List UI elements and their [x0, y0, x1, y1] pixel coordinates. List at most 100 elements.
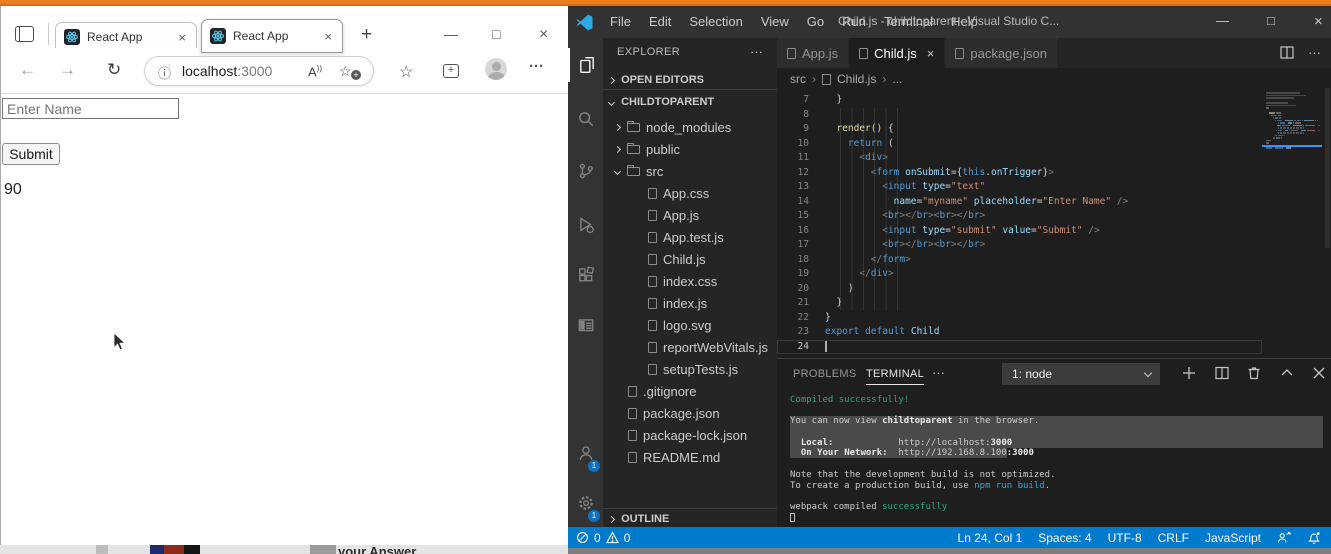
browser-tab-react-app-2[interactable]: React App × — [201, 19, 343, 53]
editor-scrollbar[interactable] — [1324, 88, 1331, 358]
vscode-maximize-button[interactable]: □ — [1267, 13, 1275, 28]
accounts-icon[interactable]: 1 — [568, 436, 603, 470]
editor-tab-package-json[interactable]: package.json — [945, 38, 1058, 68]
menu-edit[interactable]: Edit — [649, 14, 671, 29]
profile-avatar[interactable] — [485, 58, 507, 80]
site-info-icon[interactable]: ⓘ — [158, 63, 171, 82]
browser-minimize-button[interactable]: — — [444, 26, 458, 42]
browser-menu-dots-icon[interactable]: ··· — [529, 58, 544, 75]
extensions-icon[interactable] — [568, 258, 603, 292]
explorer-item-app-js[interactable]: App.js — [603, 204, 777, 226]
editor-more-icon[interactable]: ··· — [1308, 45, 1321, 60]
notifications-bell-icon[interactable] — [1307, 531, 1321, 545]
preview-window-icon[interactable] — [568, 308, 603, 342]
back-icon[interactable]: ← — [19, 60, 36, 80]
breadcrumb-item[interactable]: ... — [892, 72, 902, 86]
menu-selection[interactable]: Selection — [689, 14, 742, 29]
breadcrumb[interactable]: src › Child.js › ... — [790, 70, 902, 88]
tab-terminal[interactable]: TERMINAL — [866, 368, 924, 385]
vscode-minimize-button[interactable]: — — [1216, 13, 1229, 28]
settings-gear-icon[interactable]: 1 — [568, 486, 603, 520]
source-control-icon[interactable] — [568, 154, 603, 188]
browser-maximize-button[interactable]: □ — [492, 26, 500, 42]
maximize-panel-icon[interactable] — [1280, 366, 1294, 380]
collections-icon[interactable]: + — [443, 64, 459, 78]
menu-go[interactable]: Go — [807, 14, 824, 29]
vscode-close-button[interactable]: × — [1314, 13, 1323, 30]
open-editors-section[interactable]: OPEN EDITORS — [603, 70, 777, 90]
code-line-13[interactable]: 13 <input type="text" — [777, 180, 1331, 195]
terminal-shell-dropdown[interactable]: 1: node — [1002, 363, 1160, 385]
favorites-hub-icon[interactable]: ☆ — [399, 62, 413, 82]
outline-section[interactable]: OUTLINE — [603, 508, 777, 528]
explorer-item-node-modules[interactable]: node_modules — [603, 116, 777, 138]
explorer-item-index-css[interactable]: index.css — [603, 270, 777, 292]
code-line-24[interactable]: 24 — [777, 340, 1262, 355]
tab-close-icon[interactable]: × — [322, 29, 334, 44]
explorer-item-package-lock-json[interactable]: package-lock.json — [603, 424, 777, 446]
code-editor[interactable]: 7 }89 render() {10 return (11 <div>12 <f… — [777, 88, 1331, 358]
code-line-23[interactable]: 23export default Child — [777, 325, 1331, 340]
explorer-icon[interactable] — [568, 48, 603, 82]
code-line-15[interactable]: 15 <br></br><br></br> — [777, 209, 1331, 224]
indentation-status[interactable]: Spaces: 4 — [1038, 531, 1091, 545]
explorer-item--gitignore[interactable]: .gitignore — [603, 380, 777, 402]
explorer-item-app-test-js[interactable]: App.test.js — [603, 226, 777, 248]
search-icon[interactable] — [568, 102, 603, 136]
add-favorite-star-icon[interactable]: ☆ — [339, 63, 352, 80]
code-line-8[interactable]: 8 — [777, 108, 1331, 123]
code-line-10[interactable]: 10 return ( — [777, 137, 1331, 152]
tab-close-icon[interactable]: × — [927, 46, 935, 61]
split-terminal-icon[interactable] — [1215, 366, 1229, 380]
refresh-icon[interactable]: ↻ — [107, 60, 121, 80]
tab-close-icon[interactable]: × — [176, 30, 188, 45]
explorer-item-logo-svg[interactable]: logo.svg — [603, 314, 777, 336]
code-line-19[interactable]: 19 </div> — [777, 267, 1331, 282]
explorer-item-src[interactable]: src — [603, 160, 777, 182]
explorer-item-readme-md[interactable]: README.md — [603, 446, 777, 468]
code-line-12[interactable]: 12 <form onSubmit={this.onTrigger}> — [777, 166, 1331, 181]
explorer-item-index-js[interactable]: index.js — [603, 292, 777, 314]
code-line-16[interactable]: 16 <input type="submit" value="Submit" /… — [777, 224, 1331, 239]
root-folder-section[interactable]: CHILDTOPARENT — [603, 92, 777, 112]
code-line-22[interactable]: 22} — [777, 311, 1331, 326]
address-bar[interactable]: ⓘ localhost:3000 A)) ☆ + — [144, 56, 374, 86]
submit-button[interactable]: Submit — [2, 143, 60, 165]
read-aloud-icon[interactable]: A)) — [308, 64, 322, 79]
eol-status[interactable]: CRLF — [1158, 531, 1189, 545]
code-line-20[interactable]: 20 ) — [777, 282, 1331, 297]
terminal-output[interactable]: Compiled successfully!You can now view c… — [790, 395, 1323, 523]
explorer-item-public[interactable]: public — [603, 138, 777, 160]
code-line-21[interactable]: 21 } — [777, 296, 1331, 311]
new-terminal-icon[interactable] — [1182, 366, 1196, 380]
tab-problems[interactable]: PROBLEMS — [793, 368, 857, 380]
code-line-9[interactable]: 9 render() { — [777, 122, 1331, 137]
menu-file[interactable]: File — [610, 14, 631, 29]
explorer-item-package-json[interactable]: package.json — [603, 402, 777, 424]
browser-close-button[interactable]: × — [539, 26, 548, 44]
minimap[interactable] — [1262, 88, 1322, 358]
explorer-item-app-css[interactable]: App.css — [603, 182, 777, 204]
code-line-18[interactable]: 18 </form> — [777, 253, 1331, 268]
editor-tab-child-js[interactable]: Child.js× — [849, 38, 945, 68]
name-input[interactable] — [2, 98, 179, 119]
breadcrumb-item[interactable]: Child.js — [837, 72, 876, 86]
forward-icon[interactable]: → — [59, 60, 76, 80]
editor-tab-app-js[interactable]: App.js — [777, 38, 849, 68]
breadcrumb-item[interactable]: src — [790, 72, 806, 86]
split-editor-icon[interactable] — [1280, 46, 1294, 59]
panel-more-icon[interactable]: ··· — [932, 365, 945, 380]
feedback-icon[interactable] — [1277, 531, 1291, 544]
code-line-11[interactable]: 11 <div> — [777, 151, 1331, 166]
language-status[interactable]: JavaScript — [1205, 531, 1261, 545]
tab-actions-icon[interactable] — [15, 26, 34, 42]
explorer-more-icon[interactable]: ··· — [750, 44, 763, 59]
new-tab-button[interactable]: + — [361, 26, 372, 44]
explorer-item-setuptests-js[interactable]: setupTests.js — [603, 358, 777, 380]
code-line-17[interactable]: 17 <br></br><br></br> — [777, 238, 1331, 253]
problems-status[interactable]: 0 0 — [568, 531, 630, 545]
kill-terminal-trash-icon[interactable] — [1247, 366, 1261, 380]
code-line-7[interactable]: 7 } — [777, 93, 1331, 108]
explorer-item-reportwebvitals-js[interactable]: reportWebVitals.js — [603, 336, 777, 358]
menu-view[interactable]: View — [761, 14, 789, 29]
